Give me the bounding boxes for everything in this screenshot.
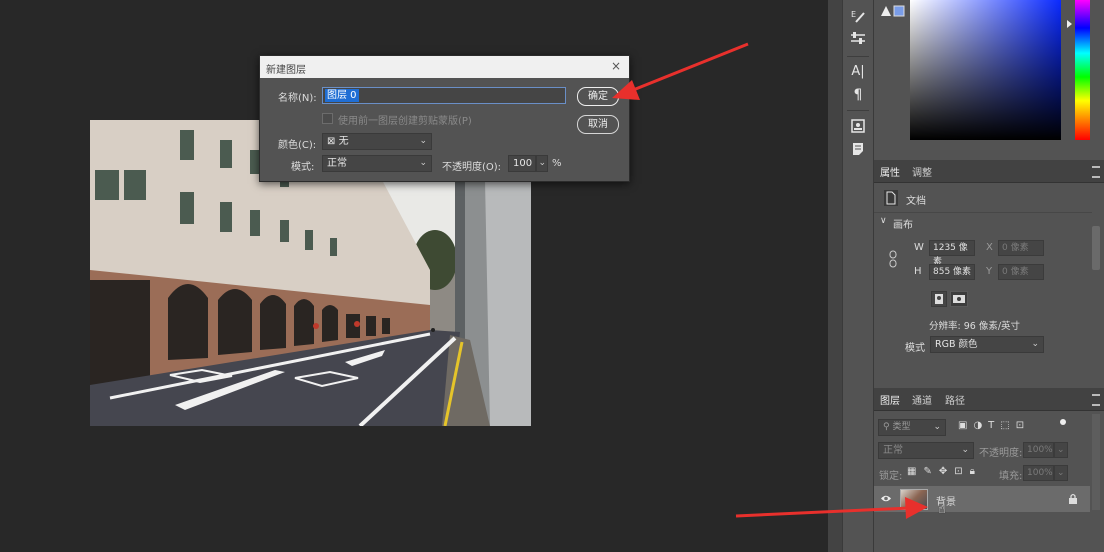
tab-channels[interactable]: 通道 (912, 392, 932, 407)
height-field[interactable]: 855 像素 (929, 264, 975, 280)
document-icon (884, 190, 898, 209)
lock-option-icons[interactable]: ▦✎✥⊡🔒︎ (907, 466, 982, 477)
color-mode-value: RGB 颜色 (935, 339, 978, 350)
filter-toggle-icon[interactable] (1060, 419, 1066, 425)
color-select[interactable]: ⊠ 无 ⌄ (322, 133, 432, 150)
cancel-button[interactable]: 取消 (577, 115, 619, 134)
color-field[interactable] (910, 0, 1061, 140)
fill-field[interactable]: 100% (1023, 465, 1054, 481)
clip-mask-label: 使用前一图层创建剪贴蒙版(P) (338, 116, 472, 127)
dialog-titlebar[interactable]: 新建图层 × (260, 56, 629, 78)
paragraph-icon[interactable]: ¶ (848, 86, 868, 104)
gamut-warning-icon (881, 5, 905, 17)
opacity-unit: % (552, 158, 562, 169)
tab-properties[interactable]: 属性 (880, 164, 900, 179)
layer-thumbnail (900, 489, 928, 510)
blend-mode-select[interactable]: 正常 ⌄ (878, 442, 974, 459)
adjust-sliders-icon[interactable] (848, 31, 868, 49)
document-label: 文档 (906, 196, 926, 207)
panel-menu-icon[interactable] (1092, 166, 1100, 178)
x-label: X (986, 242, 993, 253)
panel-icon-strip: E A| ¶ (842, 0, 874, 552)
landscape-orientation-icon[interactable] (950, 291, 968, 307)
properties-tabbar: 属性 调整 (874, 160, 1104, 183)
mode-label: 模式 (905, 343, 925, 354)
link-icon[interactable] (888, 250, 898, 271)
layer-opacity-field[interactable]: 100% (1023, 442, 1054, 458)
canvas-section-header: 画布 (893, 220, 913, 231)
hue-slider[interactable] (1075, 0, 1090, 140)
resolution-text: 分辨率: 96 像素/英寸 (929, 321, 1021, 332)
new-layer-dialog: 新建图层 × 名称(N): 图层 0 使用前一图层创建剪贴蒙版(P) 颜色(C)… (259, 55, 630, 182)
y-label: Y (986, 266, 993, 277)
name-label: 名称(N): (278, 93, 317, 104)
chevron-down-icon: ⌄ (961, 445, 969, 455)
divider (874, 212, 1092, 213)
chevron-down-icon: ⌄ (933, 422, 941, 432)
tab-paths[interactable]: 路径 (945, 392, 965, 407)
chevron-down-icon: ⌄ (419, 158, 427, 168)
layer-filter-value: 类型 (892, 422, 911, 432)
opacity-input[interactable]: 100 (508, 155, 536, 172)
height-label: H (914, 266, 922, 277)
layer-filter-icons[interactable]: ▣◑T⬚⊡ (958, 420, 1068, 434)
portrait-orientation-icon[interactable] (931, 291, 947, 307)
dialog-title: 新建图层 (266, 65, 306, 76)
notes-icon[interactable] (848, 142, 868, 160)
width-field[interactable]: 1235 像素 (929, 240, 975, 267)
fill-label: 填充: (999, 471, 1023, 482)
clip-mask-checkbox[interactable] (322, 113, 333, 124)
no-color-swatch-icon: ⊠ (327, 136, 339, 147)
panel-divider (828, 0, 842, 552)
chevron-down-icon[interactable]: ⌄ (1054, 442, 1068, 458)
close-icon[interactable]: × (611, 59, 621, 73)
opacity-stepper[interactable]: ⌄ (536, 155, 548, 172)
eye-icon[interactable] (880, 494, 892, 506)
brush-settings-icon[interactable]: E (848, 8, 868, 26)
mode-value: 正常 (327, 158, 347, 169)
color-mode-select[interactable]: RGB 颜色 ⌄ (930, 336, 1044, 353)
x-field[interactable]: 0 像素 (998, 240, 1044, 256)
color-label: 颜色(C): (278, 140, 317, 151)
lock-label: 锁定: (879, 471, 903, 482)
width-label: W (914, 242, 924, 253)
layers-tabbar: 图层 通道 路径 (874, 388, 1104, 411)
hand-cursor-icon: ☝ (938, 502, 946, 517)
layer-name-input[interactable]: 图层 0 (322, 87, 566, 104)
tab-layers[interactable]: 图层 (880, 392, 900, 407)
layer-name-value: 图层 0 (325, 89, 359, 102)
chevron-down-icon[interactable]: ∨ (880, 216, 887, 226)
chevron-down-icon: ⌄ (1031, 339, 1039, 349)
y-field[interactable]: 0 像素 (998, 264, 1044, 280)
character-icon[interactable]: A| (848, 63, 868, 81)
tab-adjustments[interactable]: 调整 (912, 164, 932, 179)
chevron-down-icon: ⌄ (538, 158, 546, 168)
layer-row[interactable]: 背景 (874, 486, 1090, 512)
chevron-down-icon[interactable]: ⌄ (1054, 465, 1068, 481)
blend-mode-value: 正常 (883, 445, 903, 456)
ok-button[interactable]: 确定 (577, 87, 619, 106)
glyphs-icon[interactable] (848, 119, 868, 137)
strip-divider (847, 110, 869, 111)
lock-icon (1068, 493, 1078, 507)
hue-pointer (1067, 20, 1072, 28)
opacity-label: 不透明度(O): (442, 162, 502, 173)
layer-opacity-label: 不透明度: (979, 448, 1023, 459)
mode-select[interactable]: 正常 ⌄ (322, 155, 432, 172)
color-value: 无 (338, 136, 349, 147)
chevron-down-icon: ⌄ (419, 136, 427, 146)
layer-filter-select[interactable]: ⚲ 类型 ⌄ (878, 419, 946, 436)
mode-label: 模式: (291, 162, 315, 173)
layers-scrollbar[interactable] (1092, 414, 1100, 510)
properties-scrollbar[interactable] (1092, 226, 1100, 270)
strip-divider (847, 56, 869, 57)
svg-text:E: E (851, 10, 856, 19)
panel-menu-icon[interactable] (1092, 394, 1100, 406)
